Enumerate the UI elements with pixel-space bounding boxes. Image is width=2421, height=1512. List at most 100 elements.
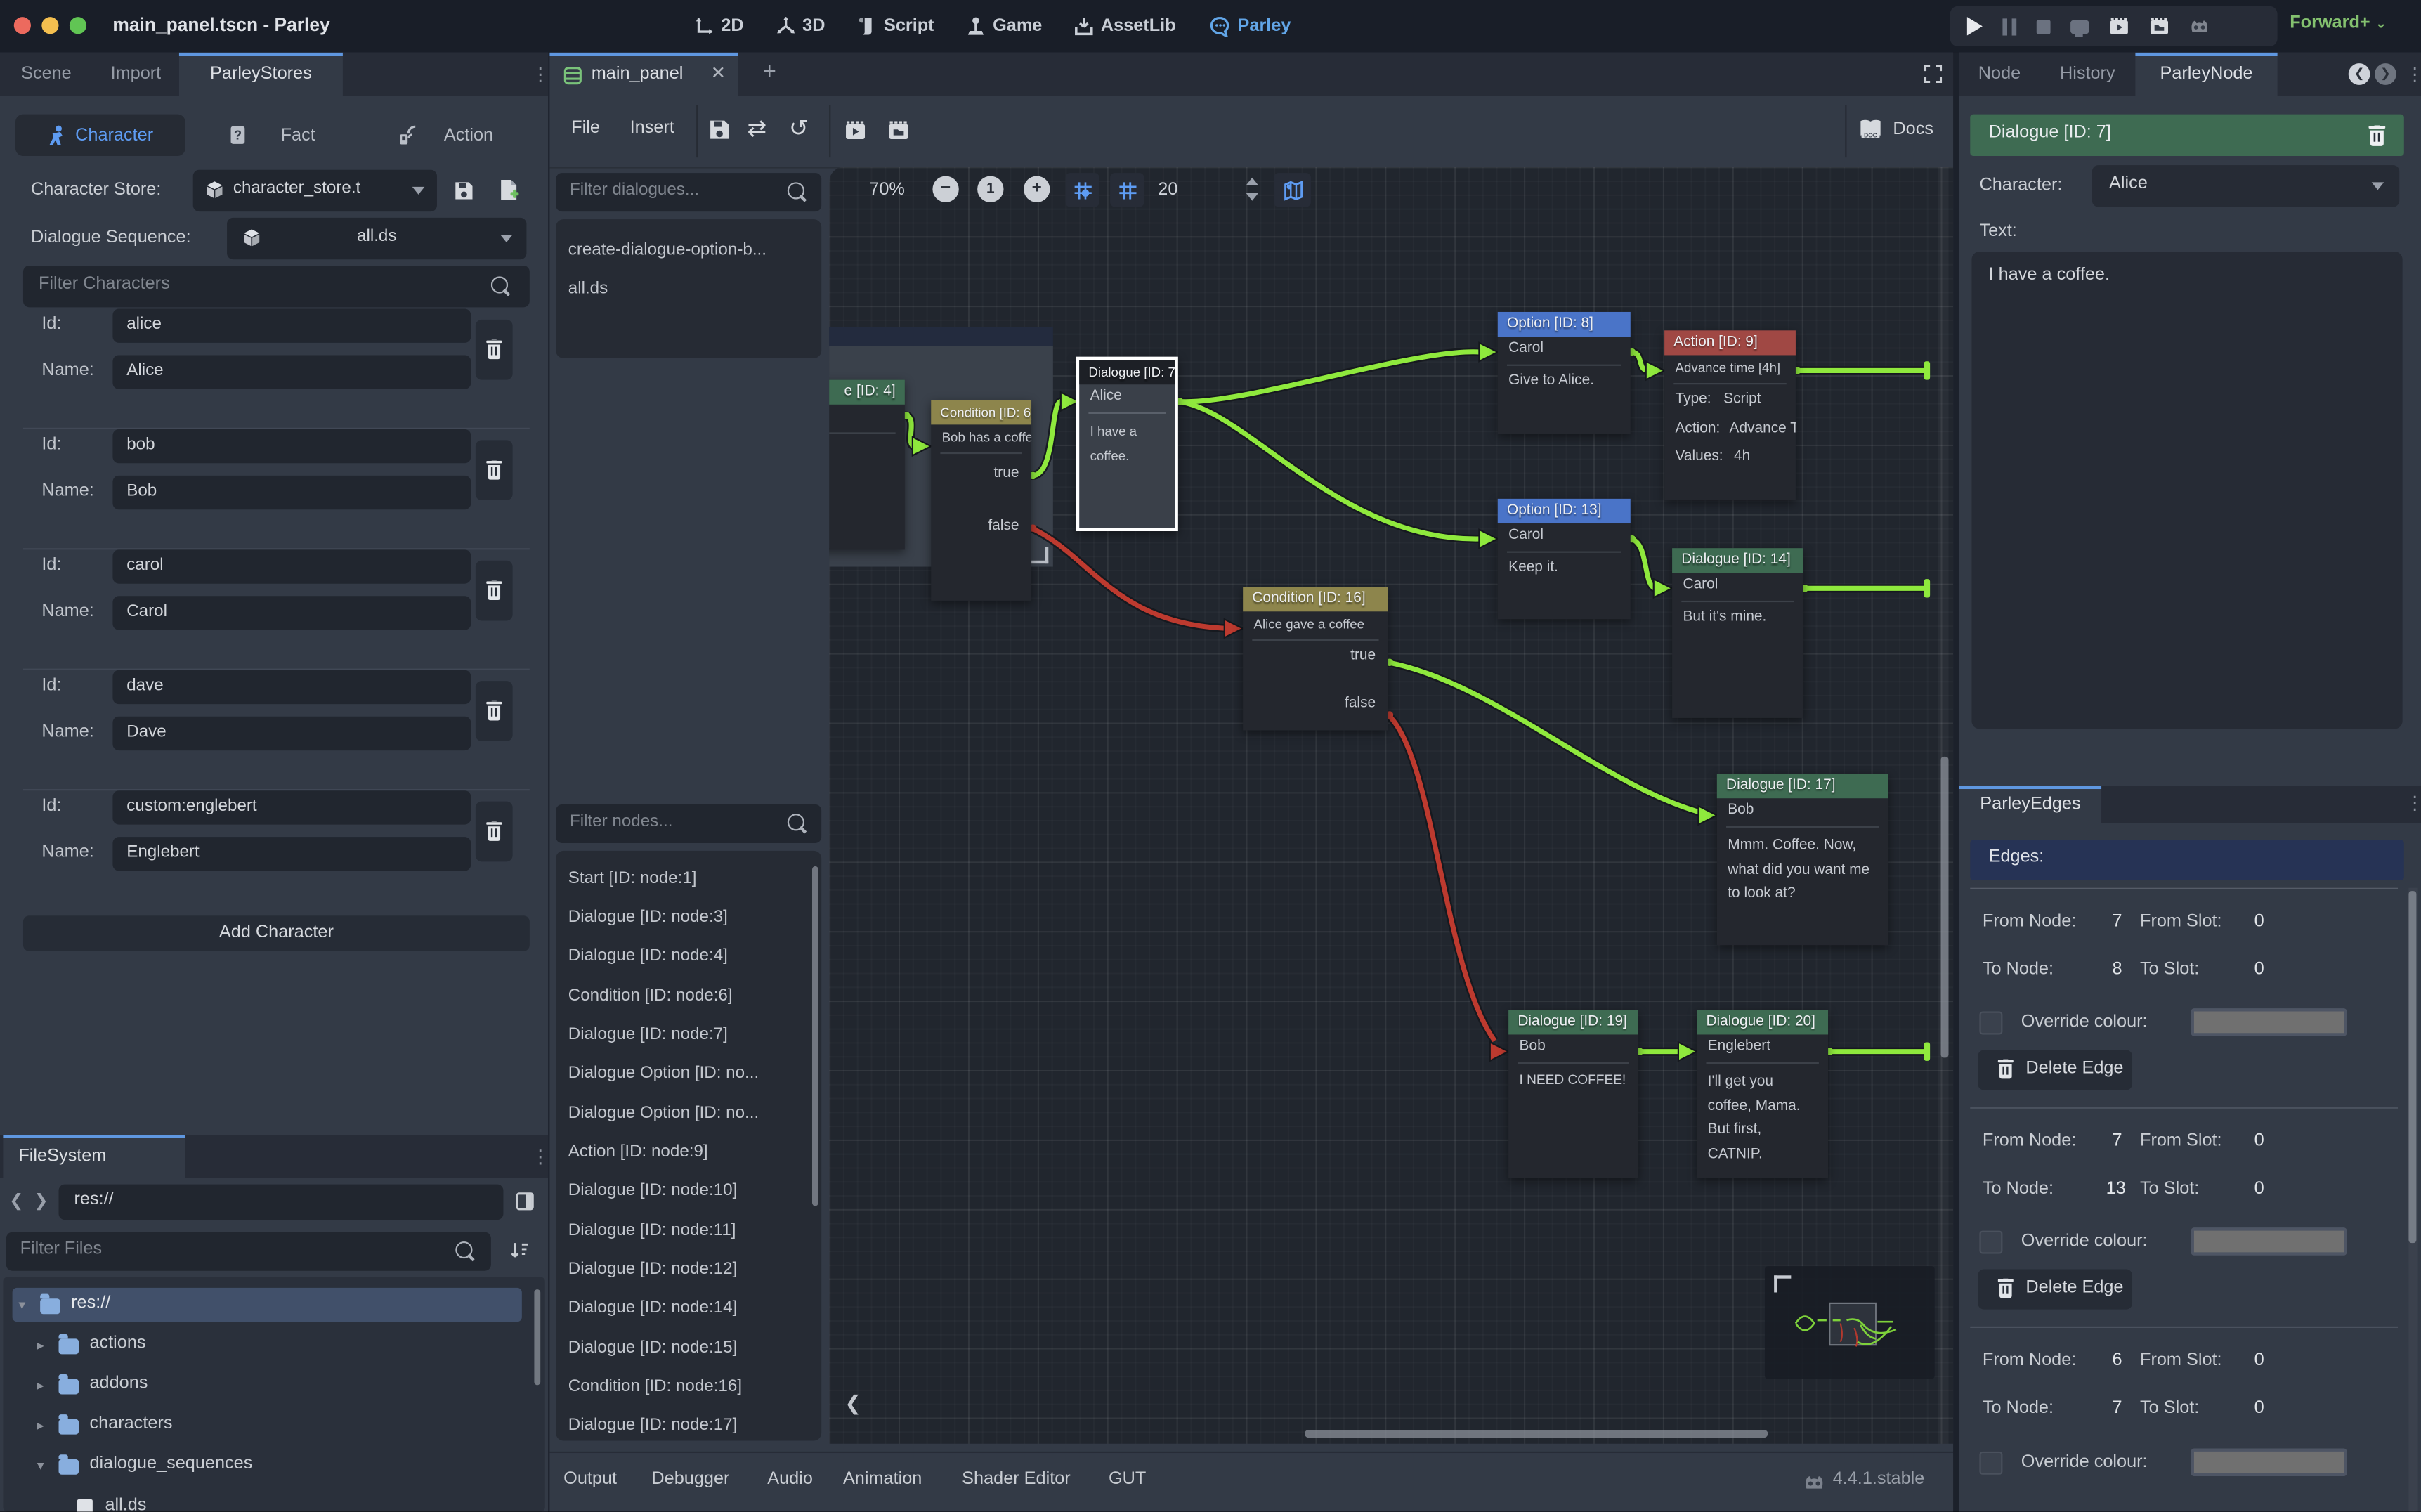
node-list-item[interactable]: Dialogue [ID: node:11] [568,1218,803,1243]
override-colour-checkbox[interactable] [1979,1452,2002,1475]
bottom-tab-gut[interactable]: GUT [1109,1470,1146,1488]
dock-menu-icon[interactable]: ⋮ [531,63,548,85]
node-list-item[interactable]: Dialogue [ID: node:17] [568,1413,803,1438]
character-id-input[interactable]: carol [112,549,471,583]
to-node-value[interactable]: 7 [2112,1399,2122,1417]
fs-tree-row[interactable]: ▸ characters [13,1410,522,1442]
character-id-input[interactable]: dave [112,670,471,704]
character-select[interactable]: Alice [2092,165,2399,207]
node-list-item[interactable]: Dialogue [ID: node:7] [568,1022,803,1047]
zoom-out-button[interactable]: − [932,176,958,202]
workspace-parley[interactable]: Parley [1208,16,1291,37]
dock-nav-forward[interactable]: ❯ [2375,63,2396,85]
character-name-input[interactable]: Bob [112,476,471,509]
character-id-input[interactable]: custom:englebert [112,790,471,824]
dialogue-sequence-dropdown[interactable]: all.ds [227,218,526,259]
override-colour-swatch[interactable] [2191,1448,2347,1476]
to-slot-value[interactable]: 0 [2254,1180,2264,1198]
graph-node-8[interactable]: Option [ID: 8] Carol Give to Alice. [1498,312,1631,434]
refresh-button[interactable]: ↺ [789,115,809,143]
tab-scene[interactable]: Scene [0,53,93,96]
docs-button[interactable]: Docs [1859,119,1933,139]
store-tab-character[interactable]: Character [15,115,185,156]
tab-node[interactable]: Node [1959,53,2040,96]
store-tab-fact[interactable]: Fact [185,115,358,156]
graph-node-4[interactable]: e [ID: 4] Great. [829,380,905,550]
bottom-tab-debugger[interactable]: Debugger [651,1470,729,1488]
tab-import[interactable]: Import [93,53,179,96]
node-header[interactable]: Dialogue [ID: 20] [1697,1010,1828,1034]
delete-character-button[interactable] [476,681,513,741]
tab-main-panel[interactable]: main_panel ✕ [549,53,738,96]
override-colour-checkbox[interactable] [1979,1231,2002,1254]
node-list-item[interactable]: Dialogue Option [ID: no... [568,1061,803,1086]
dock-menu-icon[interactable]: ⋮ [2406,63,2421,85]
filter-dialogues-input[interactable]: Filter dialogues... [556,173,821,211]
minimap-toggle[interactable] [1274,173,1311,207]
pause-button[interactable] [2002,18,2016,34]
snap-grid-toggle[interactable] [1065,173,1099,207]
from-node-value[interactable]: 7 [2112,1132,2122,1150]
chevron-collapsed-icon[interactable]: ▸ [37,1377,44,1394]
override-colour-swatch[interactable] [2191,1008,2347,1036]
traffic-light-close[interactable] [14,17,31,34]
zoom-in-button[interactable]: + [1024,176,1050,202]
bottom-tab-shader-editor[interactable]: Shader Editor [962,1470,1071,1488]
from-slot-value[interactable]: 0 [2254,1132,2264,1150]
tab-history[interactable]: History [2040,53,2135,96]
chevron-expanded-icon[interactable]: ▾ [37,1458,44,1475]
renderer-selector[interactable]: Forward+ ⌄ [2290,14,2387,32]
fs-path-input[interactable]: res:// [59,1185,504,1220]
menu-file[interactable]: File [571,119,600,137]
nodes-list-scrollbar[interactable] [812,866,818,1206]
save-store-button[interactable] [454,181,474,201]
workspace-game[interactable]: Game [967,17,1043,35]
node-header[interactable]: Condition [ID: 16] [1243,587,1388,611]
node-header[interactable]: Dialogue [ID: 14] [1672,548,1803,573]
chevron-collapsed-icon[interactable]: ▸ [37,1417,44,1434]
from-node-value[interactable]: 7 [2112,913,2122,931]
fs-sort-icon[interactable] [509,1241,530,1260]
movie-maker-toggle[interactable] [2189,17,2210,35]
distraction-free-icon[interactable] [1924,65,1942,83]
graph-hscroll-thumb[interactable] [1305,1430,1768,1438]
character-name-input[interactable]: Alice [112,355,471,389]
snap-spinner-up[interactable] [1246,178,1259,185]
version-label[interactable]: 4.4.1.stable [1833,1470,1925,1488]
delete-character-button[interactable] [476,802,513,862]
chevron-collapsed-icon[interactable]: ▸ [37,1337,44,1354]
delete-node-button[interactable] [2367,125,2387,147]
to-node-value[interactable]: 8 [2112,960,2122,979]
stop-button[interactable] [2036,19,2050,33]
traffic-light-minimize[interactable] [41,17,58,34]
fs-tree-row[interactable]: ▸ addons [13,1369,522,1402]
node-list-item[interactable]: Action [ID: node:9] [568,1140,803,1164]
collapse-sidebar-button[interactable]: ❮ [844,1391,861,1416]
store-tab-action[interactable]: Action [358,115,531,156]
override-colour-swatch[interactable] [2191,1227,2347,1256]
play-button[interactable] [1967,17,1983,35]
bottom-tab-output[interactable]: Output [563,1470,617,1488]
fs-tree-row[interactable]: ▸ actions [13,1329,522,1362]
save-button[interactable] [709,119,731,141]
character-id-input[interactable]: bob [112,429,471,463]
to-slot-value[interactable]: 0 [2254,1399,2264,1417]
from-slot-value[interactable]: 0 [2254,1351,2264,1369]
dock-nav-back[interactable]: ❮ [2349,63,2370,85]
output-true[interactable]: true [931,462,1031,486]
character-name-input[interactable]: Carol [112,596,471,630]
chevron-expanded-icon[interactable]: ▾ [18,1297,25,1314]
close-icon[interactable]: ✕ [711,56,726,93]
node-list-item[interactable]: Dialogue [ID: node:15] [568,1336,803,1360]
graph-node-9[interactable]: Action [ID: 9] Advance time [4h] Type:Sc… [1664,330,1796,500]
node-list-item[interactable]: Dialogue [ID: node:10] [568,1178,803,1203]
fs-forward-button[interactable]: ❯ [34,1190,48,1211]
fs-tree-row[interactable]: ▾ dialogue_sequences [13,1450,522,1482]
to-node-value[interactable]: 13 [2106,1180,2126,1198]
workspace-3d[interactable]: 3D [776,17,826,35]
node-list-item[interactable]: Dialogue [ID: node:12] [568,1257,803,1282]
delete-edge-button[interactable]: Delete Edge [1978,1270,2132,1310]
node-header[interactable]: Dialogue [ID: 7] [1079,360,1175,384]
delete-edge-button[interactable]: Delete Edge [1978,1050,2132,1090]
from-slot-value[interactable]: 0 [2254,913,2264,931]
